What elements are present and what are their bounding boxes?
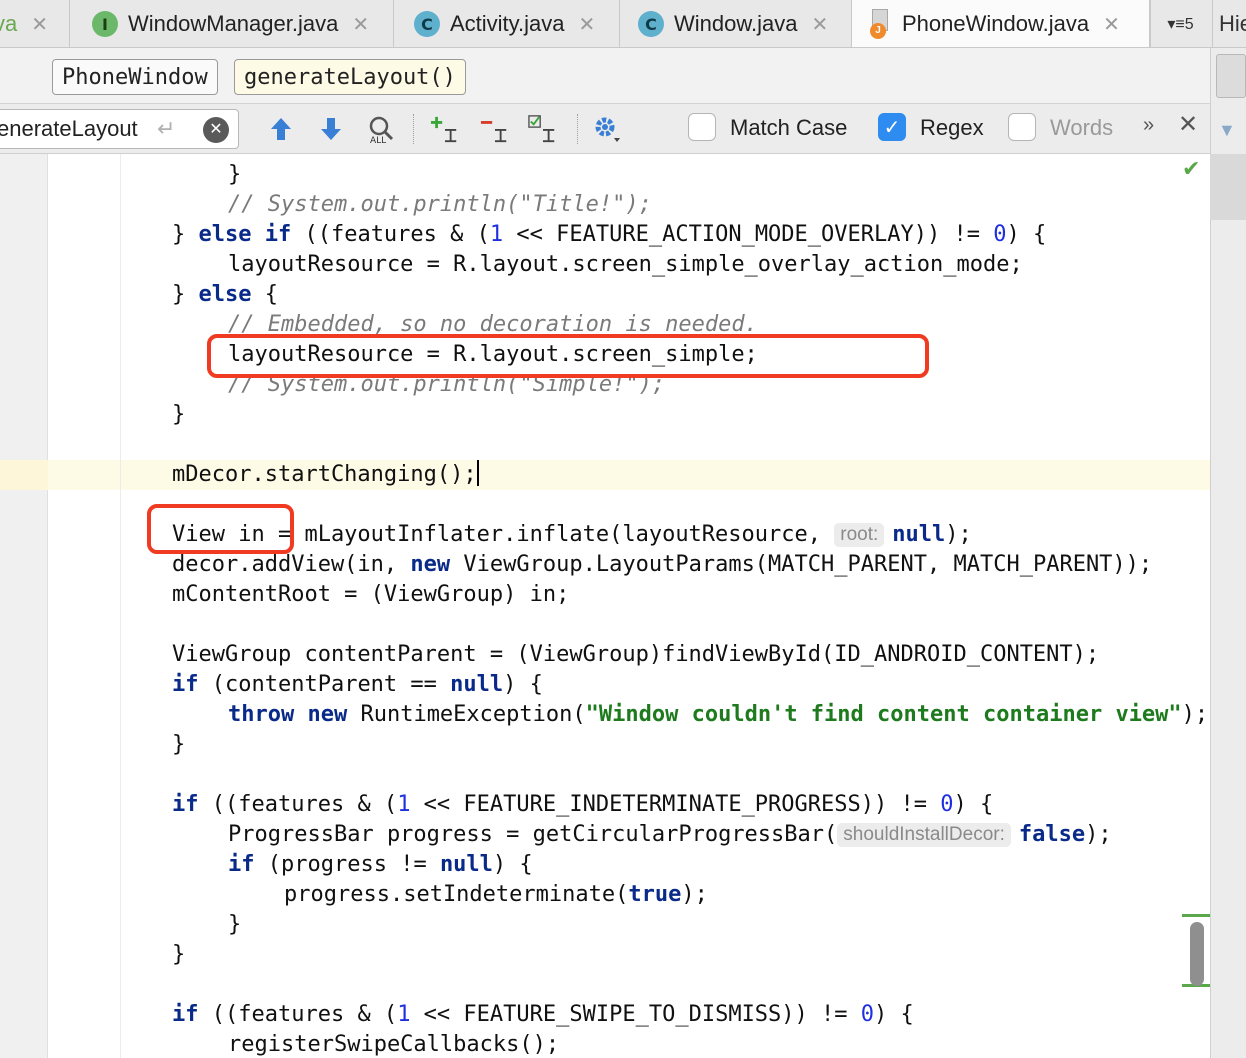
hierarchy-tool-button[interactable]: [1216, 54, 1246, 98]
tab-label: va: [0, 11, 18, 36]
close-icon[interactable]: ✕: [1103, 12, 1120, 37]
code-line: mContentRoot = (ViewGroup) in;: [172, 582, 570, 607]
code-line: if ((features & (1 << FEATURE_SWIPE_TO_D…: [172, 1002, 914, 1027]
remove-occurrence-icon[interactable]: [480, 114, 510, 144]
parameter-hint: shouldInstallDecor:: [837, 823, 1011, 847]
filter-icon[interactable]: ▼: [1218, 120, 1236, 141]
code-line: progress.setIndeterminate(true);: [284, 882, 708, 907]
next-occurrence-icon[interactable]: [316, 114, 346, 144]
scrollbar-marker: [1182, 914, 1210, 917]
match-case-label[interactable]: Match Case: [730, 115, 847, 141]
tab-java-partial[interactable]: va ✕: [0, 0, 70, 47]
find-all-icon[interactable]: ALL: [366, 114, 396, 144]
code-content[interactable]: } // System.out.println("Title!"); } els…: [0, 154, 1208, 1057]
code-line: decor.addView(in, new ViewGroup.LayoutPa…: [172, 552, 1153, 577]
code-line: registerSwipeCallbacks();: [228, 1032, 560, 1057]
tab-label: Activity.java: [450, 11, 565, 36]
clear-search-icon[interactable]: ✕: [203, 117, 229, 143]
class-icon: C: [414, 11, 440, 37]
code-line: }: [172, 732, 186, 757]
code-line: }: [228, 912, 242, 937]
svg-text:ALL: ALL: [370, 136, 386, 144]
code-line: }: [228, 162, 242, 187]
search-value: enerateLayout: [0, 116, 138, 141]
code-line: } else if ((features & (1 << FEATURE_ACT…: [172, 222, 1047, 247]
close-icon[interactable]: ✕: [31, 12, 48, 37]
close-icon[interactable]: ✕: [1178, 110, 1198, 139]
words-label[interactable]: Words: [1050, 115, 1113, 141]
class-icon: C: [638, 11, 664, 37]
inspection-ok-icon: ✔: [1182, 156, 1201, 181]
gear-icon[interactable]: [592, 114, 622, 144]
tab-label: Window.java: [674, 11, 798, 36]
annotation-box-layout-resource: [207, 334, 929, 378]
close-icon[interactable]: ✕: [579, 12, 596, 37]
search-input[interactable]: enerateLayout ↵ ✕: [0, 109, 239, 149]
breadcrumb-class[interactable]: PhoneWindow: [52, 59, 218, 95]
previous-occurrence-icon[interactable]: [266, 114, 296, 144]
words-checkbox[interactable]: [1008, 113, 1036, 141]
toolbar-separator: [413, 114, 414, 144]
code-line: }: [172, 942, 186, 967]
close-icon[interactable]: ✕: [812, 12, 829, 37]
code-line: } else {: [172, 282, 278, 307]
tab-label: WindowManager.java: [128, 11, 339, 36]
vertical-scrollbar-thumb[interactable]: [1190, 922, 1204, 986]
java-file-icon: J: [870, 9, 892, 39]
hierarchy-panel-tab[interactable]: Hie: [1212, 0, 1246, 47]
code-line: if ((features & (1 << FEATURE_INDETERMIN…: [172, 792, 994, 817]
breadcrumb-method[interactable]: generateLayout(): [234, 59, 466, 95]
code-line: throw new RuntimeException("Window could…: [228, 702, 1209, 727]
interface-icon: I: [92, 11, 118, 37]
code-editor[interactable]: } // System.out.println("Title!"); } els…: [0, 154, 1212, 1058]
tab-window[interactable]: C Window.java ✕: [620, 0, 852, 47]
editor-tab-bar: va ✕ I WindowManager.java ✕ C Activity.j…: [0, 0, 1246, 48]
regex-label[interactable]: Regex: [920, 115, 984, 141]
toolbar-separator: [577, 114, 578, 144]
annotation-box-view-in: [147, 504, 294, 554]
match-case-checkbox[interactable]: [688, 113, 716, 141]
breadcrumb: PhoneWindow generateLayout(): [0, 48, 1212, 104]
code-line: }: [172, 402, 186, 427]
code-line: ViewGroup contentParent = (ViewGroup)fin…: [172, 642, 1100, 667]
tab-activity[interactable]: C Activity.java ✕: [394, 0, 620, 47]
regex-checkbox[interactable]: ✓: [878, 113, 906, 141]
code-line: layoutResource = R.layout.screen_simple_…: [228, 252, 1023, 277]
more-options-icon[interactable]: »: [1143, 114, 1154, 137]
code-line: if (progress != null) {: [228, 852, 533, 877]
tab-windowmanager[interactable]: I WindowManager.java ✕: [70, 0, 394, 47]
close-icon[interactable]: ✕: [352, 12, 369, 37]
code-line: ProgressBar progress = getCircularProgre…: [228, 822, 1112, 847]
parameter-hint: root:: [834, 523, 885, 547]
enter-icon: ↵: [157, 116, 176, 141]
code-line-current: mDecor.startChanging();: [172, 460, 479, 487]
tab-phonewindow[interactable]: J PhoneWindow.java ✕: [852, 0, 1150, 47]
tab-list-icon[interactable]: ▾≡5: [1150, 0, 1210, 47]
tab-label: PhoneWindow.java: [902, 11, 1090, 36]
code-line: // System.out.println("Title!");: [228, 192, 652, 217]
code-line: if (contentParent == null) {: [172, 672, 543, 697]
add-occurrence-icon[interactable]: [430, 114, 460, 144]
select-all-occurrences-icon[interactable]: [528, 114, 558, 144]
text-cursor: [476, 460, 479, 486]
